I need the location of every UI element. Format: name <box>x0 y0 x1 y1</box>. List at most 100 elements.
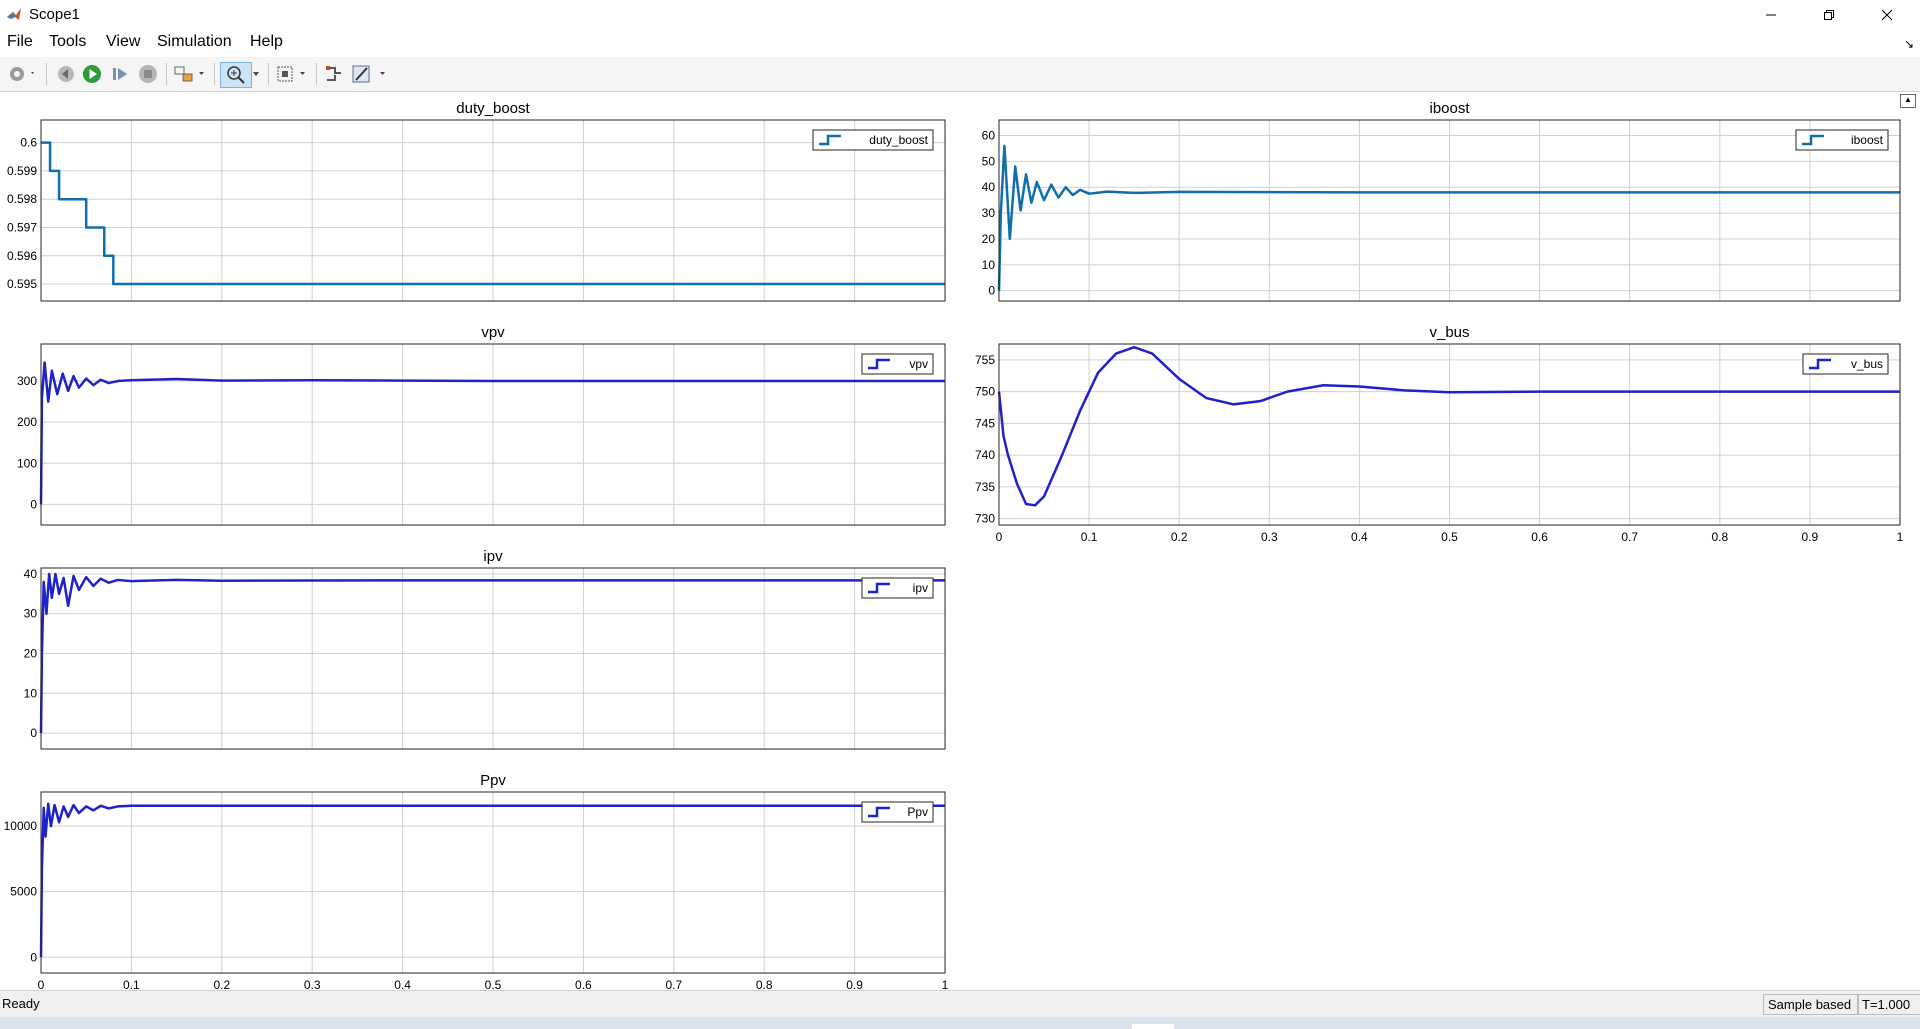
x-tick-label: 0.2 <box>1171 530 1188 544</box>
toolbar-separator <box>214 63 215 85</box>
bottom-tab <box>1132 1024 1174 1029</box>
expand-toolstrip-icon[interactable]: ↘ <box>1904 37 1914 51</box>
scope-plots: duty_boost 0.6 0.599 0.598 0.597 0.596 0.595 du… <box>4 100 1904 990</box>
y-tick-label: 750 <box>975 385 995 399</box>
minimize-button[interactable] <box>1742 0 1800 29</box>
y-tick-label: 5000 <box>10 885 37 899</box>
x-tick-label: 0.9 <box>846 978 863 990</box>
chart-panel-duty_boost: duty_boost 0.6 0.599 0.598 0.597 0.596 0.595 du… <box>7 100 946 302</box>
legend-label: Ppv <box>907 805 928 819</box>
menu-file[interactable]: File <box>7 33 33 51</box>
x-tick-label: 0.5 <box>1441 530 1458 544</box>
stop-button[interactable] <box>136 62 160 86</box>
configuration-properties-button[interactable] <box>4 62 40 86</box>
y-tick-label: 0.6 <box>20 136 37 150</box>
y-tick-label: 0.596 <box>7 249 37 263</box>
chart-panel-vpv: vpv 300 200 100 0 vpv <box>17 324 946 526</box>
restore-button[interactable] <box>1800 0 1858 29</box>
chart-panel-ipv: ipv 40 30 20 10 0 ipv <box>24 548 946 750</box>
y-tick-label: 0.597 <box>7 220 37 234</box>
signal-selector-icon <box>326 66 341 81</box>
toolbar-separator <box>166 63 167 85</box>
step-back-icon <box>58 66 74 82</box>
step-forward-button[interactable] <box>108 62 132 86</box>
status-bar: Ready Sample based T=1.000 <box>0 990 1920 1017</box>
legend-label: vpv <box>909 357 928 371</box>
bottom-strip <box>0 1017 1920 1029</box>
zoom-dropdown[interactable] <box>250 62 262 86</box>
signal-selector-button[interactable] <box>322 62 346 86</box>
y-tick-label: 0 <box>30 950 37 964</box>
y-tick-label: 0 <box>30 497 37 511</box>
plot-title: Ppv <box>480 772 506 789</box>
y-tick-label: 30 <box>982 206 996 220</box>
menu-tools[interactable]: Tools <box>49 33 86 51</box>
minimize-icon <box>1766 14 1776 15</box>
close-icon <box>1881 9 1893 20</box>
x-tick-label: 0.1 <box>1081 530 1098 544</box>
ruler-pencil-icon <box>352 65 385 83</box>
menu-view[interactable]: View <box>106 33 140 51</box>
step-forward-icon <box>113 68 127 80</box>
plot-title: v_bus <box>1429 324 1469 341</box>
play-icon <box>83 65 101 83</box>
y-tick-label: 40 <box>982 180 996 194</box>
toolbar-separator <box>316 63 317 85</box>
fit-to-view-icon <box>277 66 305 82</box>
close-button[interactable] <box>1858 0 1916 29</box>
legend-label: iboost <box>1851 133 1884 147</box>
title-bar: Scope1 <box>0 0 1920 29</box>
stop-icon <box>139 65 157 83</box>
x-tick-label: 0.7 <box>665 978 682 990</box>
menu-simulation[interactable]: Simulation <box>157 33 232 51</box>
y-tick-label: 735 <box>975 480 995 494</box>
x-tick-label: 0.9 <box>1802 530 1819 544</box>
status-text: Ready <box>2 996 40 1011</box>
step-back-button[interactable] <box>54 62 78 86</box>
simulation-time: T=1.000 <box>1857 994 1920 1015</box>
y-tick-label: 755 <box>975 353 995 367</box>
legend-label: duty_boost <box>869 133 928 147</box>
zoom-in-button[interactable] <box>220 62 252 88</box>
toolbar-separator <box>46 63 47 85</box>
y-tick-label: 745 <box>975 416 995 430</box>
legend-label: v_bus <box>1851 357 1883 371</box>
run-button[interactable] <box>80 62 104 86</box>
x-tick-label: 1 <box>942 978 949 990</box>
plot-title: vpv <box>481 324 505 341</box>
y-tick-label: 0.599 <box>7 164 37 178</box>
y-tick-label: 50 <box>982 154 996 168</box>
legend-label: ipv <box>913 581 928 595</box>
x-tick-label: 0.8 <box>756 978 773 990</box>
x-tick-label: 0.6 <box>1531 530 1548 544</box>
y-tick-label: 10 <box>24 686 38 700</box>
x-tick-label: 0.3 <box>1261 530 1278 544</box>
scope-plot-area: ▲ duty_boost 0.6 0.599 0.598 0.597 0.596 0.595… <box>0 92 1920 990</box>
x-tick-label: 0 <box>996 530 1003 544</box>
fit-to-view-button[interactable] <box>274 62 310 86</box>
y-tick-label: 20 <box>982 232 996 246</box>
chart-panel-iboost: iboost 60 50 40 30 20 10 0 iboost <box>982 100 1901 302</box>
x-tick-label: 0.4 <box>1351 530 1368 544</box>
y-tick-label: 60 <box>982 129 996 143</box>
y-tick-label: 200 <box>17 415 37 429</box>
matlab-icon <box>6 6 22 22</box>
y-tick-label: 20 <box>24 647 38 661</box>
x-tick-label: 0.6 <box>575 978 592 990</box>
gear-icon <box>10 67 34 81</box>
y-tick-label: 40 <box>24 567 38 581</box>
y-tick-label: 0 <box>30 726 37 740</box>
y-tick-label: 10000 <box>4 819 38 833</box>
menu-help[interactable]: Help <box>250 33 283 51</box>
y-tick-label: 0.595 <box>7 277 37 291</box>
toolbar <box>0 57 1920 92</box>
x-tick-label: 0 <box>38 978 45 990</box>
chart-panel-v_bus: v_bus 755 750 745 740 735 7300 0.1 0.2 0.3 0.4 0.5 0… <box>975 324 1904 544</box>
toolbar-separator <box>268 63 269 85</box>
x-tick-label: 0.4 <box>394 978 411 990</box>
y-tick-label: 0 <box>988 284 995 298</box>
plot-title: duty_boost <box>456 100 530 117</box>
x-tick-label: 0.8 <box>1711 530 1728 544</box>
highlight-block-button[interactable] <box>172 62 208 86</box>
measurement-tools-button[interactable] <box>350 62 390 86</box>
